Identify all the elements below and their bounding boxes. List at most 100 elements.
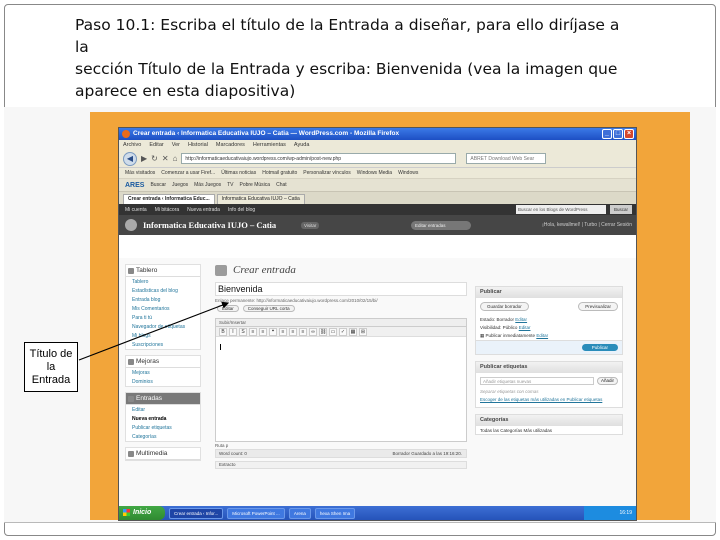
blockquote-button[interactable]: ❝ <box>269 328 277 336</box>
wp-search-button[interactable]: Buscar <box>610 205 632 214</box>
edit-status-link[interactable]: Editar <box>515 317 527 322</box>
sidebar-item[interactable]: Entrada blog <box>126 295 200 304</box>
sidebar-item[interactable]: Publicar etiquetas <box>126 423 200 432</box>
preview-button[interactable]: Previsualizar <box>578 302 618 311</box>
editor-content-area[interactable] <box>216 340 466 441</box>
italic-button[interactable]: I <box>229 328 237 336</box>
sidebar-item[interactable]: Mi blogs <box>126 331 200 340</box>
toolbar-item[interactable]: Chat <box>276 182 287 188</box>
publish-button[interactable]: Publicar <box>581 344 618 351</box>
align-center-button[interactable]: ≡ <box>289 328 297 336</box>
short-url-button[interactable]: Conseguir URL corta <box>242 305 295 312</box>
spellcheck-button[interactable]: ✓ <box>339 328 347 336</box>
sidebar-head-multimedia[interactable]: Multimedia <box>126 448 200 460</box>
back-icon[interactable]: ◀ <box>123 151 137 166</box>
sidebar-item[interactable]: Dominios <box>126 377 200 386</box>
excerpt-box[interactable]: Extracto <box>215 461 467 469</box>
user-links[interactable]: ¡Hola, kewallmel! | Turbo | Cerrar Sesió… <box>542 222 632 228</box>
admin-bar-item[interactable]: Info del blog <box>228 207 255 213</box>
sidebar-head-mejoras[interactable]: Mejoras <box>126 356 200 368</box>
categories-tabs[interactable]: Todas las Categorías Más utilizadas <box>476 426 622 434</box>
menu-archivo[interactable]: Archivo <box>123 140 141 150</box>
admin-bar-item[interactable]: Mi bitácora <box>155 207 179 213</box>
start-button[interactable]: Inicio <box>119 506 165 520</box>
sidebar-item-current[interactable]: Nueva entrada <box>126 414 200 423</box>
menu-ver[interactable]: Ver <box>172 140 180 150</box>
sidebar-item[interactable]: Suscripciones <box>126 340 200 349</box>
sidebar-head-entradas[interactable]: Entradas <box>126 393 200 405</box>
add-tag-button[interactable]: Añadir <box>596 377 618 385</box>
align-left-button[interactable]: ≡ <box>279 328 287 336</box>
sidebar-item[interactable]: Estadísticas del blog <box>126 286 200 295</box>
link-button[interactable]: ∞ <box>309 328 317 336</box>
admin-bar-item[interactable]: Nueva entrada <box>187 207 220 213</box>
sidebar-item[interactable]: Mis Comentarios <box>126 304 200 313</box>
admin-bar-item[interactable]: Mi cuenta <box>125 207 147 213</box>
sidebar-item[interactable]: Navegador de etiquetas <box>126 322 200 331</box>
menu-historial[interactable]: Historial <box>188 140 208 150</box>
menu-editar[interactable]: Editar <box>149 140 163 150</box>
unlink-button[interactable]: ⛓ <box>319 328 327 336</box>
save-draft-button[interactable]: Guardar borrador <box>480 302 529 311</box>
edit-visibility-link[interactable]: Editar <box>519 325 531 330</box>
reload-icon[interactable]: ↻ <box>151 154 158 163</box>
bullet-list-button[interactable]: ≡ <box>249 328 257 336</box>
publish-box-title[interactable]: Publicar <box>476 287 622 298</box>
sidebar-item[interactable]: Mejoras <box>126 368 200 377</box>
bookmark-item[interactable]: Windows <box>398 168 418 178</box>
toolbar-item[interactable]: Juegos <box>172 182 188 188</box>
menu-ayuda[interactable]: Ayuda <box>294 140 310 150</box>
sidebar-item[interactable]: Para ti tú <box>126 313 200 322</box>
taskbar-item-other[interactable]: hexa Shen Ima <box>314 507 356 519</box>
bookmark-item[interactable]: Windows Media <box>357 168 392 178</box>
sidebar-item[interactable]: Editar <box>126 405 200 414</box>
toolbar-item[interactable]: Buscar <box>150 182 166 188</box>
bookmark-item[interactable]: Más visitados <box>125 168 155 178</box>
tab-site[interactable]: Informatica Educativa IUJO – Catia <box>216 194 305 204</box>
new-tag-input[interactable]: Añadir etiquetas nuevas <box>480 377 594 385</box>
menu-herramientas[interactable]: Herramientas <box>253 140 286 150</box>
sidebar-head-tablero[interactable]: Tablero <box>126 265 200 277</box>
forward-icon[interactable]: ▶ <box>141 154 147 163</box>
bookmark-item[interactable]: Últimas noticias <box>221 168 256 178</box>
toolbar-item[interactable]: TV <box>227 182 233 188</box>
home-icon[interactable]: ⌂ <box>173 154 178 163</box>
sidebar-item[interactable]: Categorías <box>126 432 200 441</box>
maximize-button[interactable]: □ <box>613 129 623 139</box>
menu-marcadores[interactable]: Marcadores <box>216 140 245 150</box>
align-right-button[interactable]: ≡ <box>299 328 307 336</box>
strikethrough-button[interactable]: S <box>239 328 247 336</box>
more-tag-button[interactable]: ▭ <box>329 328 337 336</box>
categories-box-title[interactable]: Categorías <box>476 415 622 426</box>
minimize-button[interactable]: _ <box>602 129 612 139</box>
bookmark-item[interactable]: Hotmail gratuito <box>262 168 297 178</box>
sidebar-item[interactable]: Tablero <box>126 277 200 286</box>
bookmark-item[interactable]: Personalizar vínculos <box>303 168 351 178</box>
choose-tags-link[interactable]: Escoger de las etiquetas más utilizadas … <box>476 397 622 407</box>
fullscreen-button[interactable]: ▦ <box>349 328 357 336</box>
search-bar[interactable]: ABRET Download Web Sear <box>466 153 547 164</box>
taskbar-item-firefox[interactable]: Crear entrada ‹ Infor... <box>169 507 224 519</box>
toolbar-item[interactable]: Pobre Música <box>240 182 271 188</box>
post-title-input[interactable]: Bienvenida <box>215 282 467 296</box>
tab-crear-entrada[interactable]: Crear entrada ‹ Informatica Educ... <box>123 194 215 204</box>
bold-button[interactable]: B <box>219 328 227 336</box>
numbered-list-button[interactable]: ≡ <box>259 328 267 336</box>
permalink[interactable]: Enlace permanente: http://informaticaedu… <box>209 296 467 303</box>
close-button[interactable]: × <box>624 129 634 139</box>
edit-permalink-button[interactable]: Editar <box>217 305 239 312</box>
url-bar[interactable]: http://informaticaeducativaiujo.wordpres… <box>181 153 457 164</box>
taskbar-item-arena[interactable]: Arena <box>288 507 311 519</box>
toolbar-item[interactable]: Más Juegos <box>194 182 221 188</box>
kitchen-sink-button[interactable]: ⊞ <box>359 328 367 336</box>
wp-search-input[interactable]: Buscar en los Blogs de WordPress <box>516 205 606 214</box>
stop-icon[interactable]: ✕ <box>162 154 169 163</box>
tags-box-title[interactable]: Publicar etiquetas <box>476 362 622 373</box>
upload-insert-label[interactable]: Subir/Insertar <box>216 319 466 327</box>
visit-site-button[interactable]: Visitar <box>301 222 320 229</box>
bookmark-item[interactable]: Comenzar a usar Firef... <box>161 168 215 178</box>
edit-schedule-link[interactable]: Editar <box>536 333 548 338</box>
favorite-actions-dropdown[interactable]: Editar entradas <box>411 221 471 230</box>
site-name[interactable]: Informatica Educativa IUJO – Catia <box>143 220 276 230</box>
taskbar-item-powerpoint[interactable]: Microsoft PowerPoint ... <box>227 507 285 519</box>
